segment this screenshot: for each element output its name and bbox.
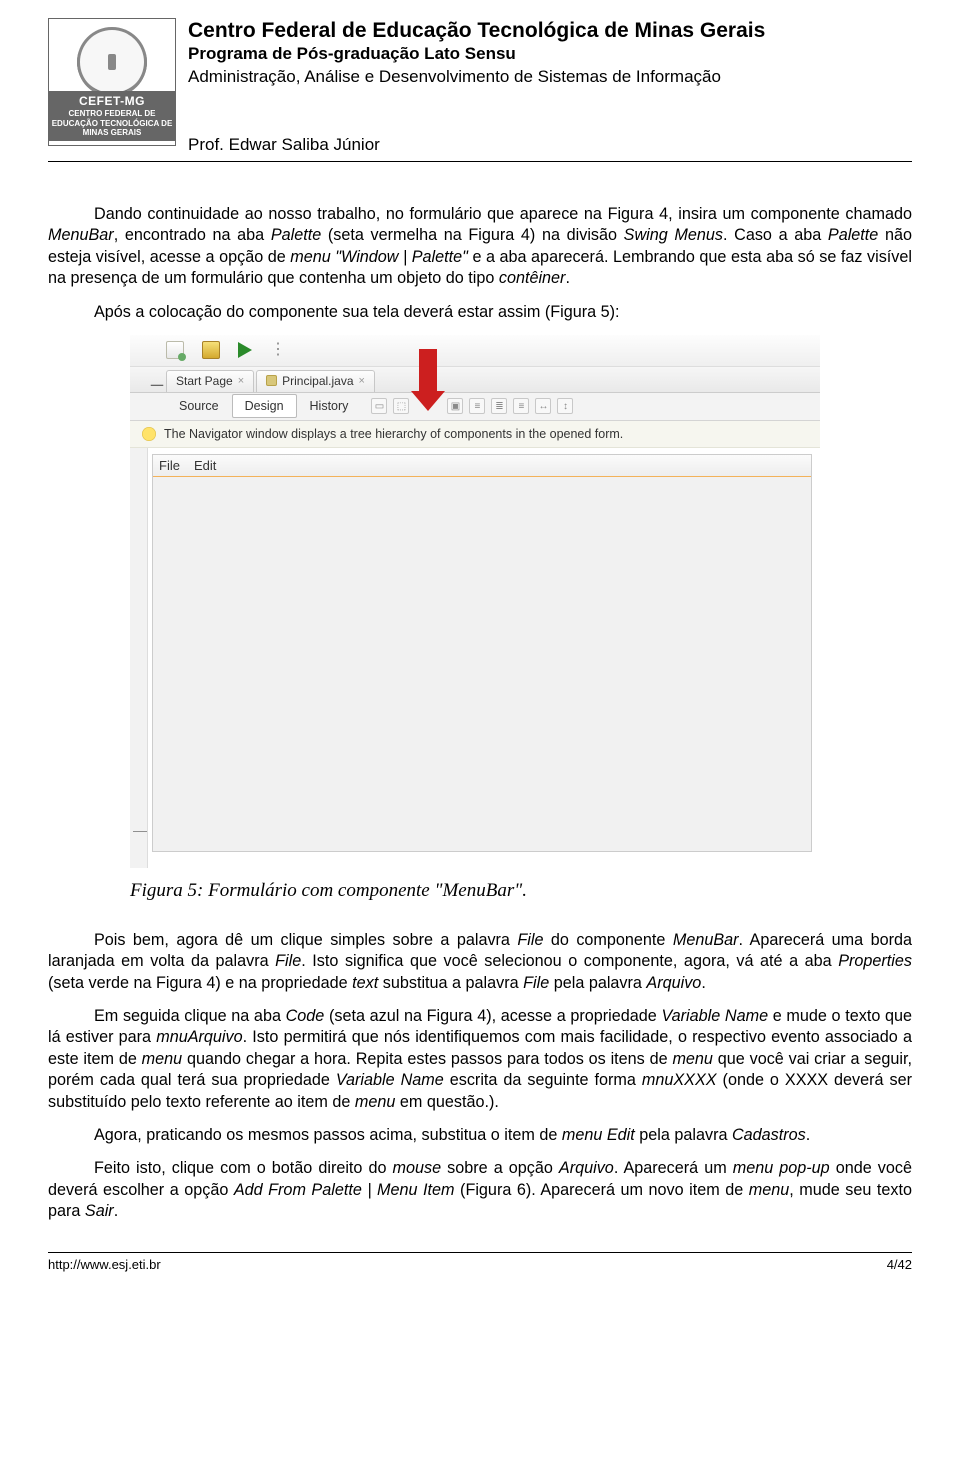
close-icon[interactable]: × — [238, 375, 244, 387]
page-footer: http://www.esj.eti.br 4/42 — [48, 1252, 912, 1272]
red-arrow-annotation — [415, 383, 441, 429]
paragraph-2: Após a colocação do componente sua tela … — [48, 302, 912, 323]
course-name: Administração, Análise e Desenvolvimento… — [188, 66, 765, 89]
ide-screenshot: ⋮ — Start Page× Principal.java× Source D… — [130, 335, 820, 868]
hint-text: The Navigator window displays a tree hie… — [164, 427, 623, 441]
minimize-panel-icon: — — [148, 378, 166, 392]
tab-principal-java[interactable]: Principal.java× — [256, 370, 375, 392]
resize-v-icon[interactable]: ↕ — [557, 398, 573, 414]
menu-item-file[interactable]: File — [159, 458, 180, 473]
open-file-icon — [202, 341, 220, 359]
logo-sub: CENTRO FEDERAL DE EDUCAÇÃO TECNOLÓGICA D… — [52, 109, 173, 136]
menu-item-edit[interactable]: Edit — [194, 458, 216, 473]
paragraph-3: Pois bem, agora dê um clique simples sob… — [48, 930, 912, 994]
more-icon: ⋮ — [270, 347, 286, 353]
paragraph-6: Feito isto, clique com o botão direito d… — [48, 1158, 912, 1222]
document-header: CEFET-MG CENTRO FEDERAL DE EDUCAÇÃO TECN… — [48, 18, 912, 162]
program-name: Programa de Pós-graduação Lato Sensu — [188, 43, 765, 66]
menubar-component[interactable]: File Edit — [153, 455, 811, 477]
java-file-icon — [266, 375, 277, 386]
tab-start-page[interactable]: Start Page× — [166, 370, 254, 392]
connection-icon[interactable]: ⬚ — [393, 398, 409, 414]
paragraph-4: Em seguida clique na aba Code (seta azul… — [48, 1006, 912, 1113]
resize-h-icon[interactable]: ↔ — [535, 398, 551, 414]
institution-name: Centro Federal de Educação Tecnológica d… — [188, 18, 765, 43]
footer-page-number: 4/42 — [887, 1257, 912, 1272]
design-toolbar-icons: ▭ ⬚ ▣ ≡ ≣ ≡ ↔ ↕ — [371, 383, 573, 429]
footer-url: http://www.esj.eti.br — [48, 1257, 161, 1272]
view-mode-strip: Source Design History ▭ ⬚ ▣ ≡ ≣ ≡ ↔ ↕ — [130, 393, 820, 421]
align-center-icon[interactable]: ≣ — [491, 398, 507, 414]
new-file-icon — [166, 341, 184, 359]
selection-icon[interactable]: ▭ — [371, 398, 387, 414]
logo-main: CEFET-MG — [51, 95, 173, 109]
align-right-icon[interactable]: ≡ — [513, 398, 529, 414]
align-left-icon[interactable]: ≡ — [469, 398, 485, 414]
left-rail: — — [130, 448, 148, 868]
close-icon[interactable]: × — [359, 375, 365, 387]
design-surface: File Edit — [148, 448, 820, 868]
jframe-preview[interactable]: File Edit — [152, 454, 812, 852]
mode-source[interactable]: Source — [166, 394, 232, 418]
mode-design[interactable]: Design — [232, 394, 297, 418]
cefet-logo: CEFET-MG CENTRO FEDERAL DE EDUCAÇÃO TECN… — [48, 18, 176, 146]
figure-5-caption: Figura 5: Formulário com componente "Men… — [130, 880, 912, 902]
paragraph-1: Dando continuidade ao nosso trabalho, no… — [48, 204, 912, 290]
ide-toolbar: ⋮ — [130, 335, 820, 367]
bulb-icon — [142, 427, 156, 441]
paragraph-5: Agora, praticando os mesmos passos acima… — [48, 1125, 912, 1146]
professor-name: Prof. Edwar Saliba Júnior — [188, 135, 765, 155]
mode-history[interactable]: History — [297, 394, 362, 418]
figure-5: ⋮ — Start Page× Principal.java× Source D… — [130, 335, 912, 868]
preview-icon[interactable]: ▣ — [447, 398, 463, 414]
run-icon — [238, 342, 252, 358]
